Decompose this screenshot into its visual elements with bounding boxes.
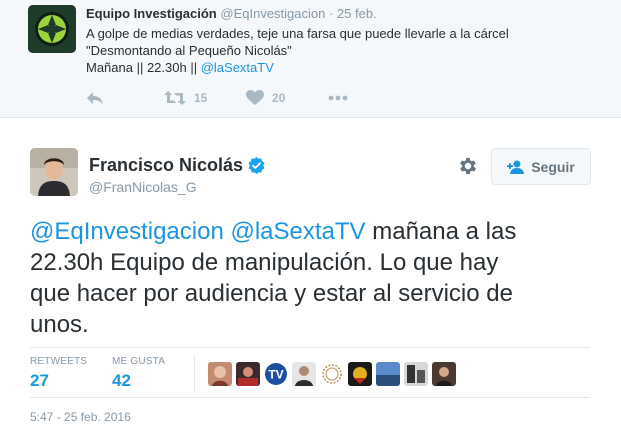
retweet-button[interactable]: 15 bbox=[164, 90, 207, 106]
liker-avatar[interactable] bbox=[348, 362, 372, 386]
parent-text-prefix: Mañana || 22.30h || bbox=[86, 60, 201, 75]
main-avatar[interactable] bbox=[30, 148, 78, 196]
liker-avatars: TV bbox=[208, 362, 456, 386]
parent-author-name[interactable]: Equipo Investigación bbox=[86, 6, 217, 21]
tweet-text: @EqInvestigacion @laSextaTV mañana a las… bbox=[30, 216, 610, 340]
like-button[interactable]: 20 bbox=[246, 90, 285, 106]
tweet-text-line: @EqInvestigacion @laSextaTV mañana a las bbox=[30, 216, 610, 247]
stats-bottom-divider bbox=[30, 397, 590, 398]
retweets-value[interactable]: 27 bbox=[30, 371, 87, 391]
liker-avatar[interactable] bbox=[208, 362, 232, 386]
retweets-stat[interactable]: RETWEETS 27 bbox=[30, 356, 87, 391]
tweet-text-line: unos. bbox=[30, 311, 89, 338]
liker-avatar[interactable] bbox=[376, 362, 400, 386]
svg-text:TV: TV bbox=[268, 368, 283, 382]
follow-button[interactable]: Seguir bbox=[491, 148, 591, 185]
add-user-icon bbox=[507, 160, 525, 174]
author-handle[interactable]: @FranNicolas_G bbox=[89, 179, 197, 195]
mention-link[interactable]: @laSextaTV bbox=[230, 218, 365, 245]
aperture-logo-icon bbox=[28, 5, 76, 53]
more-icon bbox=[328, 95, 348, 101]
liker-avatar[interactable] bbox=[404, 362, 428, 386]
profile-photo-icon bbox=[30, 148, 78, 196]
liker-photo-icon bbox=[292, 362, 316, 386]
tweet-text-line: que hacer por audiencia y estar al servi… bbox=[30, 280, 513, 307]
more-button[interactable] bbox=[328, 90, 348, 106]
liker-photo-icon bbox=[404, 362, 428, 386]
likes-value[interactable]: 42 bbox=[112, 371, 165, 391]
tweet-text-line: 22.30h Equipo de manipulación. Lo que ha… bbox=[30, 249, 499, 276]
verified-badge-icon bbox=[248, 157, 265, 174]
author-name[interactable]: Francisco Nicolás bbox=[89, 155, 243, 176]
seal-logo-icon bbox=[320, 362, 344, 386]
heart-icon bbox=[246, 90, 264, 105]
retweet-count: 15 bbox=[194, 91, 208, 105]
parent-tweet[interactable]: Equipo Investigación @EqInvestigacion · … bbox=[0, 0, 621, 118]
author-name-row: Francisco Nicolás bbox=[89, 155, 265, 176]
liker-avatar[interactable]: TV bbox=[264, 362, 288, 386]
liker-photo-icon bbox=[432, 362, 456, 386]
stats-vertical-divider bbox=[194, 355, 195, 393]
liker-avatar[interactable] bbox=[320, 362, 344, 386]
tweet-text-fragment: mañana a las bbox=[365, 218, 517, 245]
parent-header: Equipo Investigación @EqInvestigacion · … bbox=[86, 6, 377, 21]
stats-top-divider bbox=[30, 347, 590, 348]
liker-avatar[interactable] bbox=[432, 362, 456, 386]
parent-author-handle[interactable]: @EqInvestigacion bbox=[220, 6, 325, 21]
gear-icon bbox=[460, 157, 476, 175]
parent-separator: · bbox=[328, 6, 334, 21]
liker-avatar[interactable] bbox=[292, 362, 316, 386]
main-tweet: Francisco Nicolás @FranNicolas_G Seguir … bbox=[0, 119, 621, 436]
parent-text-line: "Desmontando al Pequeño Nicolás" bbox=[86, 43, 292, 58]
liker-photo-icon bbox=[208, 362, 232, 386]
mention-link[interactable]: @EqInvestigacion bbox=[30, 218, 224, 245]
mention-link[interactable]: @laSextaTV bbox=[201, 60, 274, 75]
tweet-timestamp[interactable]: 5:47 - 25 feb. 2016 bbox=[30, 410, 131, 424]
settings-gear-button[interactable] bbox=[457, 155, 481, 179]
reply-button[interactable] bbox=[86, 90, 104, 106]
parent-text-line: A golpe de medias verdades, teje una far… bbox=[86, 26, 509, 41]
like-count: 20 bbox=[272, 91, 286, 105]
liker-photo-icon bbox=[376, 362, 400, 386]
likes-stat[interactable]: ME GUSTA 42 bbox=[112, 356, 165, 391]
parent-timestamp[interactable]: 25 feb. bbox=[337, 6, 377, 21]
tv-logo-icon: TV bbox=[264, 362, 288, 386]
reply-icon bbox=[87, 92, 103, 104]
likes-label: ME GUSTA bbox=[112, 356, 166, 367]
parent-tweet-text: A golpe de medias verdades, teje una far… bbox=[86, 25, 606, 76]
parent-text-line: Mañana || 22.30h || @laSextaTV bbox=[86, 59, 606, 76]
liker-avatar[interactable] bbox=[236, 362, 260, 386]
follow-label: Seguir bbox=[531, 158, 575, 175]
retweets-label: RETWEETS bbox=[30, 356, 88, 367]
retweet-icon bbox=[164, 91, 186, 105]
liker-photo-icon bbox=[236, 362, 260, 386]
parent-avatar[interactable] bbox=[28, 5, 76, 53]
liker-photo-icon bbox=[348, 362, 372, 386]
